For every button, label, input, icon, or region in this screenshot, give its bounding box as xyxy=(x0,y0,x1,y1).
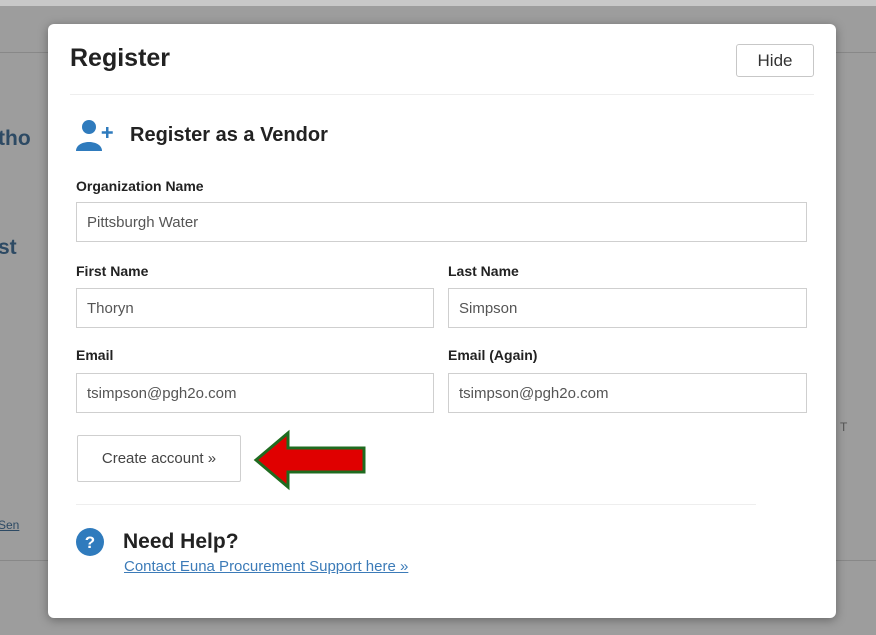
create-account-button[interactable]: Create account » xyxy=(77,435,241,482)
svg-text:?: ? xyxy=(85,533,95,552)
background-topbar xyxy=(0,0,876,6)
register-modal: Register Hide Register as a Vendor Organ… xyxy=(48,24,836,618)
email-again-label: Email (Again) xyxy=(448,347,538,363)
hide-button[interactable]: Hide xyxy=(736,44,814,77)
section-title: Register as a Vendor xyxy=(130,123,328,146)
background-divider xyxy=(0,52,48,53)
background-divider xyxy=(0,560,48,561)
section-header: Register as a Vendor xyxy=(76,118,328,152)
email-again-input[interactable] xyxy=(448,373,807,413)
help-title: Need Help? xyxy=(123,530,239,553)
organization-name-label: Organization Name xyxy=(76,178,204,194)
last-name-label: Last Name xyxy=(448,263,519,279)
question-circle-icon: ? xyxy=(76,528,104,556)
modal-title: Register xyxy=(70,44,171,72)
background-divider xyxy=(836,52,876,53)
background-divider xyxy=(836,560,876,561)
background-text-fragment: Sen xyxy=(0,518,20,532)
first-name-input[interactable] xyxy=(76,288,434,328)
user-plus-icon xyxy=(76,118,118,152)
email-input[interactable] xyxy=(76,373,434,413)
email-label: Email xyxy=(76,347,114,363)
help-divider xyxy=(76,504,756,505)
background-text-fragment: st xyxy=(0,236,17,259)
first-name-label: First Name xyxy=(76,263,149,279)
background-text-fragment: T xyxy=(840,420,848,434)
red-arrow-annotation xyxy=(253,429,366,491)
last-name-input[interactable] xyxy=(448,288,807,328)
title-divider xyxy=(70,94,814,95)
contact-support-link[interactable]: Contact Euna Procurement Support here » xyxy=(124,558,408,575)
background-text-fragment: tho xyxy=(0,127,31,150)
organization-name-input[interactable] xyxy=(76,202,807,242)
